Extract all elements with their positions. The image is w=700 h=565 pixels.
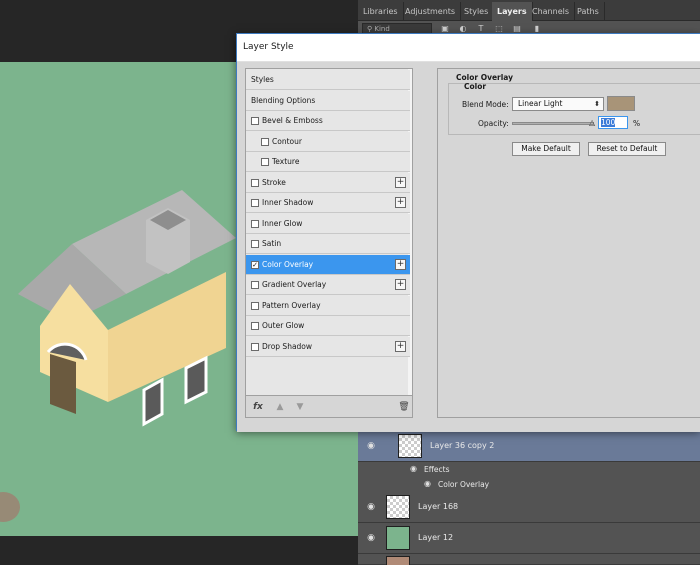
style-item-contour[interactable]: Contour [246, 131, 410, 152]
style-checkbox[interactable] [251, 301, 259, 310]
style-checkbox[interactable] [251, 178, 259, 187]
visibility-eye-icon[interactable]: ◉ [366, 441, 376, 451]
style-item-label: Drop Shadow [262, 341, 313, 351]
style-item-label: Styles [251, 75, 274, 84]
tab-adjustments[interactable]: Adjustments [400, 2, 462, 21]
kind-filter-label: Kind [374, 25, 390, 33]
style-checkbox[interactable] [261, 158, 269, 166]
style-item-label: Color Overlay [262, 259, 314, 269]
opacity-unit: % [633, 119, 641, 128]
effect-item-row[interactable]: ◉ Color Overlay [358, 477, 700, 492]
layer-thumbnail [386, 526, 410, 550]
layer-row-12[interactable]: ◉ Layer 12 [358, 523, 700, 554]
effects-row[interactable]: ◉ Effects [358, 462, 700, 477]
style-item-label: Blending Options [251, 95, 316, 105]
opacity-input[interactable]: 100 [598, 116, 628, 129]
style-checkbox[interactable] [251, 199, 259, 207]
layer-name[interactable]: Layer 12 [418, 533, 453, 542]
blend-mode-label: Blend Mode: [462, 100, 509, 109]
style-item-label: Stroke [262, 177, 286, 187]
style-item-gradient-overlay[interactable]: Gradient Overlay + [246, 275, 410, 295]
style-checkbox[interactable] [251, 342, 259, 351]
add-style-plus-icon[interactable]: + [395, 197, 406, 208]
style-item-drop-shadow[interactable]: Drop Shadow + [246, 336, 410, 357]
fx-icon[interactable]: fx [252, 401, 264, 413]
style-item-satin[interactable]: Satin [246, 234, 410, 254]
layer-row-168[interactable]: ◉ Layer 168 [358, 492, 700, 523]
style-item-outer-glow[interactable]: Outer Glow [246, 316, 410, 336]
dialog-title: Layer Style [243, 42, 294, 52]
layer-style-dialog: Layer Style Styles Blending Options Bevel … [236, 33, 700, 432]
style-item-label: Bevel & Emboss [262, 116, 323, 125]
tab-channels[interactable]: Channels [527, 2, 576, 21]
style-item-label: Inner Glow [262, 218, 303, 228]
opacity-value: 100 [601, 118, 616, 127]
style-item-label: Pattern Overlay [262, 300, 321, 310]
dialog-titlebar[interactable]: Layer Style [237, 34, 700, 62]
add-style-plus-icon[interactable]: + [395, 279, 406, 290]
effects-label: Effects [424, 465, 450, 474]
reset-to-default-button[interactable]: Reset to Default [588, 142, 666, 156]
move-up-icon[interactable]: ▲ [274, 401, 286, 413]
layer-thumbnail [386, 495, 410, 519]
style-item-styles[interactable]: Styles [246, 70, 410, 90]
opacity-label: Opacity: [478, 119, 509, 128]
visibility-eye-icon[interactable]: ◉ [366, 502, 376, 512]
style-item-inner-shadow[interactable]: Inner Shadow + [246, 193, 410, 213]
layer-name[interactable]: Layer 168 [418, 502, 458, 511]
dialog-body: Styles Blending Options Bevel & Emboss Cont… [237, 62, 700, 432]
style-item-label: Satin [262, 239, 282, 248]
color-overlay-pane: Color Overlay Color Blend Mode: Linear L… [437, 68, 700, 418]
effects-eye-icon[interactable]: ◉ [410, 464, 420, 474]
opacity-slider-thumb[interactable]: △ [589, 119, 596, 127]
styles-list-footer: fx ▲ ▼ 🗑 [245, 396, 413, 418]
style-item-label: Gradient Overlay [262, 280, 327, 289]
style-checkbox[interactable] [251, 240, 259, 248]
style-checkbox[interactable]: ✓ [251, 260, 259, 269]
visibility-eye-icon[interactable]: ◉ [366, 533, 376, 543]
tab-paths[interactable]: Paths [572, 2, 605, 21]
style-item-color-overlay[interactable]: ✓ Color Overlay + [246, 254, 410, 275]
add-style-plus-icon[interactable]: + [395, 340, 406, 352]
blend-mode-value: Linear Light [518, 99, 563, 108]
style-item-label: Inner Shadow [262, 198, 314, 207]
style-item-stroke[interactable]: Stroke + [246, 172, 410, 193]
style-item-pattern-overlay[interactable]: Pattern Overlay [246, 295, 410, 316]
tab-libraries[interactable]: Libraries [358, 2, 404, 21]
style-item-label: Texture [272, 157, 300, 166]
panel-tab-strip: Libraries Adjustments Styles Layers Chan… [358, 0, 700, 21]
make-default-button[interactable]: Make Default [512, 142, 580, 156]
add-style-plus-icon[interactable]: + [395, 176, 406, 188]
style-item-label: Outer Glow [262, 321, 305, 330]
style-item-texture[interactable]: Texture [246, 152, 410, 172]
effect-eye-icon[interactable]: ◉ [424, 479, 434, 489]
section-title: Color Overlay [456, 73, 514, 82]
color-group-title: Color [464, 82, 487, 91]
opacity-slider-track[interactable] [512, 122, 594, 125]
style-checkbox[interactable] [251, 281, 259, 289]
effect-item-label: Color Overlay [438, 480, 490, 489]
layer-thumbnail [398, 434, 422, 458]
blend-mode-select[interactable]: Linear Light ⬍ [512, 97, 604, 111]
layer-thumbnail [386, 556, 410, 565]
style-item-label: Contour [272, 136, 302, 146]
style-item-bevel-emboss[interactable]: Bevel & Emboss [246, 111, 410, 131]
chevron-updown-icon: ⬍ [594, 100, 600, 108]
style-checkbox[interactable] [251, 117, 259, 125]
layer-name[interactable]: Layer 36 copy 2 [430, 441, 494, 450]
style-checkbox[interactable] [251, 219, 259, 228]
style-checkbox[interactable] [261, 137, 269, 146]
layer-row-partial[interactable] [358, 554, 700, 565]
style-item-inner-glow[interactable]: Inner Glow [246, 213, 410, 234]
styles-list: Styles Blending Options Bevel & Emboss Cont… [245, 68, 413, 396]
style-checkbox[interactable] [251, 322, 259, 330]
tab-styles[interactable]: Styles [459, 2, 495, 21]
style-item-blending-options[interactable]: Blending Options [246, 90, 410, 111]
overlay-color-swatch[interactable] [607, 96, 635, 111]
move-down-icon[interactable]: ▼ [294, 401, 306, 413]
add-style-plus-icon[interactable]: + [395, 258, 406, 270]
layer-row-selected[interactable]: ◉ Layer 36 copy 2 [358, 431, 700, 462]
trash-icon[interactable]: 🗑 [398, 401, 410, 413]
